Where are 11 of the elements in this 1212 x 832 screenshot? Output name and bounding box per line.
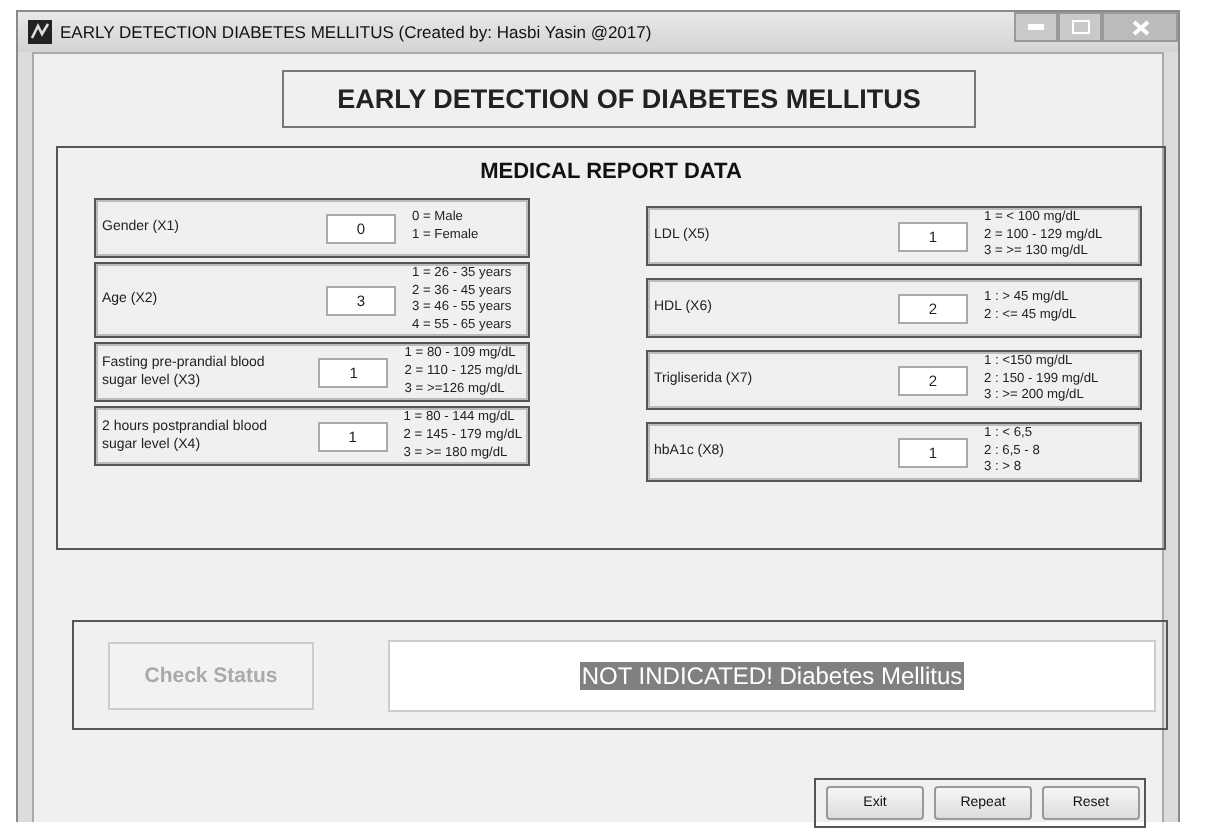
- maximize-icon: [1071, 20, 1089, 34]
- close-button[interactable]: [1102, 12, 1178, 42]
- window-title: EARLY DETECTION DIABETES MELLITUS (Created by: Hasbi Yasin @2017): [60, 22, 652, 42]
- minimize-button[interactable]: [1014, 12, 1058, 42]
- maximize-button[interactable]: [1058, 12, 1102, 42]
- close-icon: [1131, 19, 1149, 35]
- minimize-icon: [1028, 24, 1044, 30]
- result-text: NOT INDICATED! Diabetes Mellitus: [579, 661, 965, 689]
- panel-title: MEDICAL REPORT DATA: [478, 160, 744, 184]
- app-heading: EARLY DETECTION OF DIABETES MELLITUS: [282, 70, 976, 128]
- app-icon: [28, 20, 52, 44]
